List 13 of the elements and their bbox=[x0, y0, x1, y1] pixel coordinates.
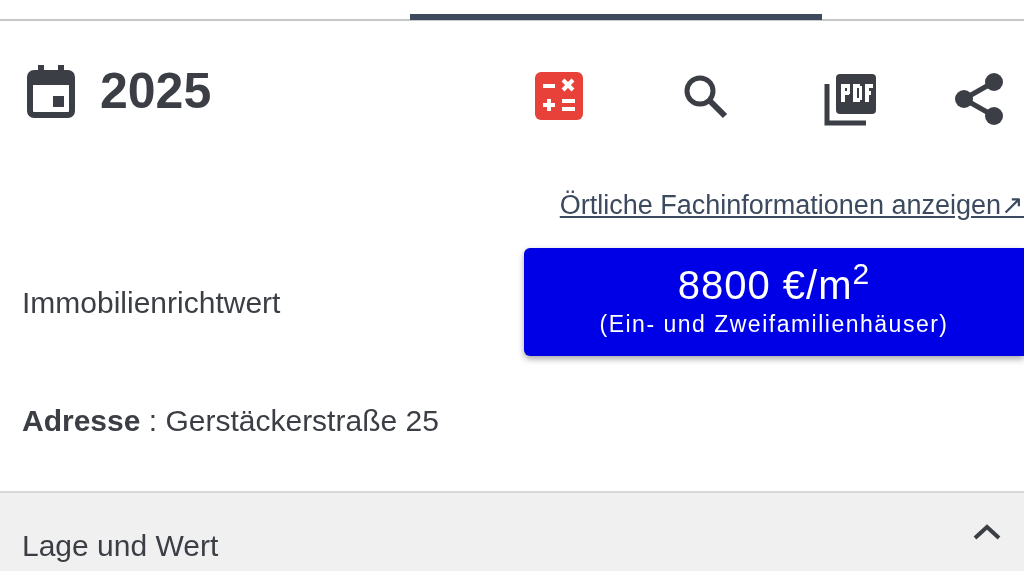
chevron-icon bbox=[972, 523, 1002, 541]
section-header[interactable]: Lage und Wert bbox=[0, 491, 1024, 571]
info-link[interactable]: Örtliche Fachinformationen anzeigen↗ bbox=[559, 185, 1024, 247]
calendar-icon bbox=[26, 63, 76, 119]
value-label: Immobilienrichtwert bbox=[22, 284, 281, 321]
pdf-icon[interactable] bbox=[824, 72, 878, 126]
section-title: Lage und Wert bbox=[22, 528, 219, 564]
year-heading: 2025 bbox=[100, 66, 212, 116]
share-icon[interactable] bbox=[954, 72, 1004, 126]
price-text: 8800 €/m$^{2}$ bbox=[677, 262, 871, 307]
category-text: (Ein- und Zweifamilienhäuser) bbox=[599, 309, 949, 339]
calculator-icon[interactable] bbox=[535, 72, 583, 120]
address-text: Adresse : Gerstäckerstraße 25 bbox=[22, 402, 439, 439]
